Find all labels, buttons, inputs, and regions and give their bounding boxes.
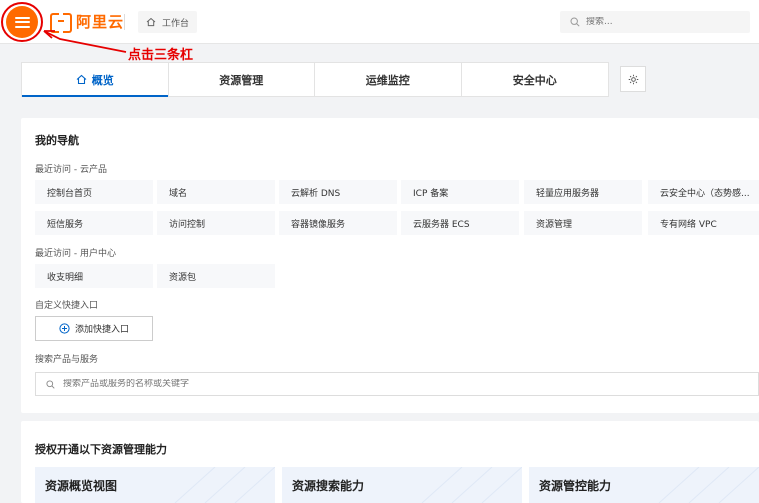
my-navigation-card: 我的导航 最近访问 - 云产品 控制台首页 域名 云解析 DNS ICP 备案 … bbox=[21, 118, 759, 413]
nav-item-access-control[interactable]: 访问控制 bbox=[157, 211, 275, 235]
decorative-pattern bbox=[174, 467, 275, 503]
recent-user-label: 最近访问 - 用户中心 bbox=[35, 249, 116, 259]
workbench-button[interactable]: 工作台 bbox=[138, 11, 198, 33]
capability-label: 资源管控能力 bbox=[539, 478, 612, 493]
nav-item-ecs[interactable]: 云服务器 ECS bbox=[401, 211, 519, 235]
search-icon bbox=[570, 17, 580, 27]
capability-title: 授权开通以下资源管理能力 bbox=[35, 443, 167, 456]
search-icon bbox=[46, 379, 55, 389]
annotation-text: 点击三条杠 bbox=[128, 48, 194, 63]
tab-ops-monitoring[interactable]: 运维监控 bbox=[315, 63, 462, 96]
nav-item-domain[interactable]: 域名 bbox=[157, 180, 275, 204]
aliyun-logo-mark-icon bbox=[50, 13, 72, 33]
decorative-pattern bbox=[658, 467, 759, 503]
top-header: 阿里云 工作台 bbox=[0, 0, 759, 44]
nav-item-resource-package[interactable]: 资源包 bbox=[157, 264, 275, 288]
capability-overview-view[interactable]: 资源概览视图 bbox=[35, 467, 275, 503]
tab-security-center[interactable]: 安全中心 bbox=[462, 63, 609, 96]
logo-text: 阿里云 bbox=[76, 12, 125, 31]
gear-icon bbox=[628, 74, 638, 84]
capability-label: 资源搜索能力 bbox=[292, 478, 365, 493]
tab-label: 运维监控 bbox=[365, 73, 410, 87]
capability-resource-search[interactable]: 资源搜索能力 bbox=[282, 467, 522, 503]
tab-label: 安全中心 bbox=[512, 73, 557, 87]
nav-item-console-home[interactable]: 控制台首页 bbox=[35, 180, 153, 204]
resource-capability-card: 授权开通以下资源管理能力 资源概览视图 资源搜索能力 资源管控能力 bbox=[21, 421, 759, 503]
header-search[interactable] bbox=[560, 11, 750, 33]
decorative-pattern bbox=[421, 467, 522, 503]
add-shortcut-label: 添加快捷入口 bbox=[74, 325, 129, 335]
nav-item-sms[interactable]: 短信服务 bbox=[35, 211, 153, 235]
plus-circle-icon bbox=[59, 323, 70, 334]
home-icon bbox=[76, 74, 87, 85]
custom-shortcut-label: 自定义快捷入口 bbox=[35, 301, 99, 311]
nav-item-dns[interactable]: 云解析 DNS bbox=[279, 180, 397, 204]
home-icon bbox=[146, 17, 156, 27]
header-divider bbox=[124, 14, 125, 30]
tab-overview[interactable]: 概览 bbox=[22, 63, 169, 97]
nav-item-icp[interactable]: ICP 备案 bbox=[401, 180, 519, 204]
nav-item-vpc[interactable]: 专有网络 VPC bbox=[648, 211, 759, 235]
tab-label: 概览 bbox=[91, 73, 114, 87]
capability-resource-control[interactable]: 资源管控能力 bbox=[529, 467, 759, 503]
nav-title: 我的导航 bbox=[35, 134, 79, 147]
recent-products-label: 最近访问 - 云产品 bbox=[35, 165, 107, 175]
tab-resource-management[interactable]: 资源管理 bbox=[169, 63, 315, 96]
aliyun-logo[interactable]: 阿里云 bbox=[50, 12, 125, 33]
search-products-label: 搜索产品与服务 bbox=[35, 355, 99, 365]
menu-icon bbox=[14, 16, 30, 28]
product-search-input[interactable] bbox=[63, 379, 663, 389]
tab-settings-button[interactable] bbox=[620, 66, 646, 92]
add-shortcut-button[interactable]: 添加快捷入口 bbox=[35, 316, 153, 341]
workbench-label: 工作台 bbox=[162, 18, 190, 29]
capability-label: 资源概览视图 bbox=[45, 478, 118, 493]
nav-item-billing-details[interactable]: 收支明细 bbox=[35, 264, 153, 288]
nav-item-container-registry[interactable]: 容器镜像服务 bbox=[279, 211, 397, 235]
product-search[interactable] bbox=[35, 372, 759, 396]
main-tabs: 概览 资源管理 运维监控 安全中心 bbox=[21, 62, 759, 97]
header-search-input[interactable] bbox=[586, 17, 726, 27]
tab-label: 资源管理 bbox=[219, 73, 264, 87]
nav-item-security-center[interactable]: 云安全中心（态势感... bbox=[648, 180, 759, 204]
hamburger-menu-button[interactable] bbox=[6, 6, 38, 38]
nav-item-lightweight-server[interactable]: 轻量应用服务器 bbox=[524, 180, 642, 204]
nav-item-resource-management[interactable]: 资源管理 bbox=[524, 211, 642, 235]
